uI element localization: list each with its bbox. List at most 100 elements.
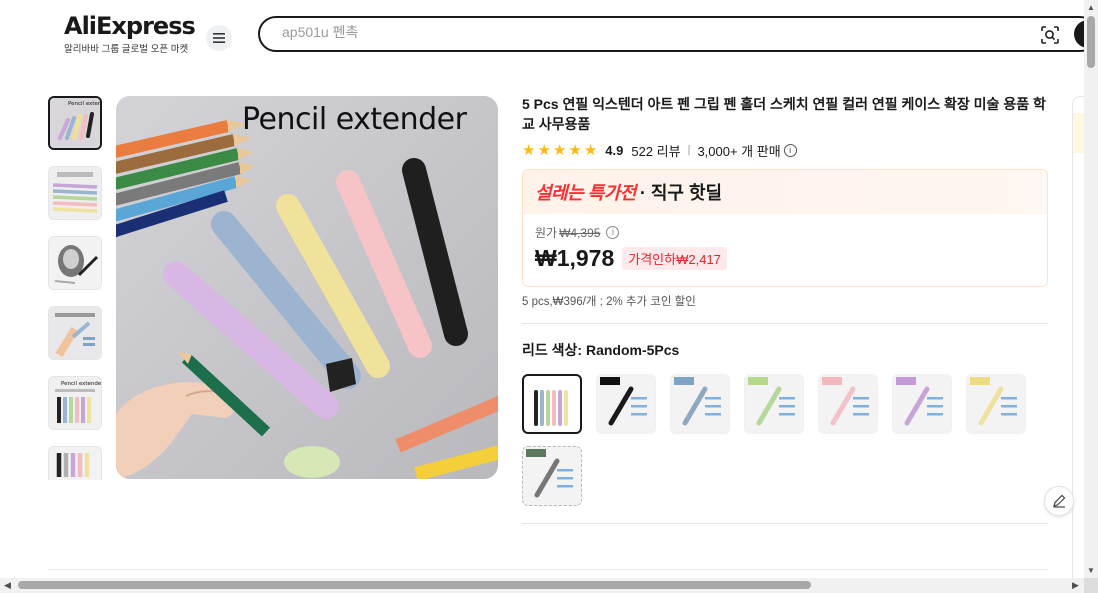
swatch-image <box>674 377 721 426</box>
caption-line <box>853 397 869 400</box>
color-swatch-list <box>522 374 1042 506</box>
vertical-scrollbar[interactable]: ▲ ▼ <box>1084 0 1098 578</box>
thumbnail-image <box>49 307 101 359</box>
color-label-prefix: 리드 색상: <box>522 342 586 358</box>
hamburger-icon <box>213 33 225 43</box>
thumbnail-image: Pencil extender <box>50 98 100 148</box>
pencil-extender-photo <box>116 96 498 479</box>
caption-line <box>853 413 869 416</box>
swatch-image <box>748 377 795 426</box>
product-title: 5 Pcs 연필 익스텐더 아트 펜 그립 펜 홀더 스케치 연필 컬러 연필 … <box>522 96 1046 132</box>
swatch-image <box>896 377 943 426</box>
thumbnail-6[interactable] <box>48 446 102 480</box>
image-search-icon[interactable] <box>1040 25 1060 45</box>
caption-line <box>779 397 795 400</box>
star-icon: ★ <box>568 141 582 159</box>
rating-stars: ★ ★ ★ ★ ★ <box>522 143 597 158</box>
product-page: AliExpress 알리바바 그룹 글로벌 오픈 마켓 Pencil exte… <box>0 0 1098 593</box>
aliexpress-logo[interactable]: AliExpress 알리바바 그룹 글로벌 오픈 마켓 <box>64 12 196 55</box>
color-swatch-green[interactable] <box>744 374 804 434</box>
caption-line <box>705 413 721 416</box>
star-icon: ★ <box>552 141 567 159</box>
scroll-left-arrow-icon[interactable]: ◀ <box>4 580 11 591</box>
review-count-link[interactable]: 522 리뷰 <box>631 141 680 160</box>
deal-brand: 설레는 특가전 <box>535 183 636 203</box>
price-info-icon[interactable]: i <box>606 226 620 239</box>
pen-shape <box>534 458 560 498</box>
product-info: 5 Pcs 연필 익스텐더 아트 펜 그립 펜 홀더 스케치 연필 컬러 연필 … <box>522 94 1048 506</box>
swatch-image <box>527 378 568 426</box>
swatch-image <box>526 449 573 498</box>
thumbnail-list: Pencil extender <box>48 96 102 480</box>
color-swatch-yellow[interactable] <box>966 374 1026 434</box>
color-swatch-purple[interactable] <box>892 374 952 434</box>
color-swatch-blue[interactable] <box>670 374 730 434</box>
thumbnail-image <box>49 167 101 219</box>
thumbnail-2[interactable] <box>48 166 102 220</box>
thumbnail-5[interactable]: Pencil extender <box>48 376 102 430</box>
thumbnail-image <box>49 447 101 480</box>
scrollbar-corner <box>1084 578 1098 593</box>
caption-line <box>705 405 721 408</box>
pen-shape <box>978 386 1004 426</box>
pen-shape <box>682 386 708 426</box>
current-price-row: ₩1,978 가격인하₩2,417 <box>535 245 1047 272</box>
caption-line <box>779 413 795 416</box>
star-icon: ★ <box>537 141 551 159</box>
logo-wordmark: AliExpress <box>64 12 196 40</box>
horizontal-scrollbar[interactable]: ◀ ▶ <box>0 578 1084 593</box>
star-icon: ★ <box>522 141 536 159</box>
thumbnail-3[interactable] <box>48 236 102 290</box>
unit-price-line: 5 pcs,₩396/개 ; 2% 추가 코인 할인 <box>522 296 696 308</box>
thumbnail-image <box>49 237 101 289</box>
swatch-tag <box>970 377 990 385</box>
swatch-tag <box>527 378 547 386</box>
thumbnail-1[interactable]: Pencil extender <box>48 96 102 150</box>
pen-shape <box>830 386 856 426</box>
color-swatch-black[interactable] <box>596 374 656 434</box>
swatch-tag <box>600 377 620 385</box>
info-icon[interactable]: i <box>783 143 797 157</box>
caption-line <box>557 477 573 480</box>
main-product-image[interactable]: Pencil extender <box>116 96 498 479</box>
deal-subtitle: · 직구 핫딜 <box>639 183 723 203</box>
pen-shape <box>608 386 634 426</box>
caption-line <box>927 413 943 416</box>
discount-badge: 가격인하₩2,417 <box>622 247 727 270</box>
rating-score: 4.9 <box>605 142 624 158</box>
swatch-tag <box>674 377 694 385</box>
caption-line <box>631 397 647 400</box>
scroll-right-arrow-icon[interactable]: ▶ <box>1072 580 1079 591</box>
sold-count: 3,000+ 개 판매 <box>697 143 781 159</box>
thumbnail-4[interactable] <box>48 306 102 360</box>
color-swatch-random-pencil[interactable] <box>522 446 582 506</box>
original-price-row: 원가 ₩4,395 i <box>535 224 1047 241</box>
color-selected-value: Random-5Pcs <box>585 342 680 358</box>
horizontal-scroll-thumb[interactable] <box>18 581 811 589</box>
scroll-down-arrow-icon[interactable]: ▼ <box>1087 566 1095 575</box>
price-block: 원가 ₩4,395 i ₩1,978 가격인하₩2,417 <box>523 214 1047 272</box>
caption-line <box>1001 413 1017 416</box>
separator: | <box>687 144 691 156</box>
pen-shape <box>756 386 782 426</box>
thumbnail-image: Pencil extender <box>49 377 101 429</box>
logo-tagline: 알리바바 그룹 글로벌 오픈 마켓 <box>64 44 189 55</box>
color-swatch-random-5pcs[interactable] <box>522 374 582 434</box>
caption-line <box>927 397 943 400</box>
edit-button[interactable] <box>1044 486 1074 516</box>
section-divider <box>48 569 1048 570</box>
svg-text:Pencil extender: Pencil extender <box>61 381 101 387</box>
caption-line <box>779 405 795 408</box>
caption-line <box>853 405 869 408</box>
pen-shape <box>904 386 930 426</box>
color-swatch-pink[interactable] <box>818 374 878 434</box>
caption-line <box>1001 397 1017 400</box>
search-input[interactable] <box>282 24 982 40</box>
vertical-scroll-thumb[interactable] <box>1087 16 1095 68</box>
original-price: ₩4,395 <box>559 225 601 240</box>
side-panel-edge <box>1072 96 1085 578</box>
swatch-tag <box>896 377 916 385</box>
scroll-up-arrow-icon[interactable]: ▲ <box>1087 3 1095 12</box>
menu-button[interactable] <box>206 25 232 51</box>
color-option-label: 리드 색상: Random-5Pcs <box>522 340 1048 360</box>
